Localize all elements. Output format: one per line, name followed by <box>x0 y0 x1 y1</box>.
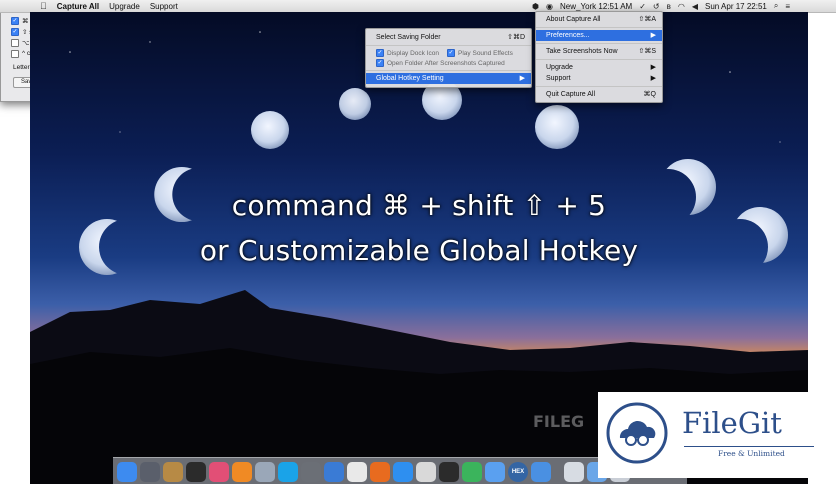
select-saving-folder-label: Select Saving Folder <box>376 34 441 41</box>
launchpad-icon[interactable] <box>140 461 160 482</box>
time-machine-icon[interactable]: ↺ <box>653 2 660 11</box>
clock-status-icon[interactable]: ◉ <box>546 2 553 11</box>
app-menu-title[interactable]: Capture All <box>57 2 99 11</box>
preview-icon[interactable] <box>416 461 436 482</box>
checkbox-checked-icon[interactable]: ✓ <box>11 27 19 36</box>
chevron-right-icon: ▶ <box>650 75 656 82</box>
firefox-icon[interactable] <box>370 461 390 482</box>
filegit-logo-icon <box>606 402 668 464</box>
checkbox-unchecked-icon[interactable] <box>11 38 19 47</box>
quit-item[interactable]: Quit Capture All ⌘Q <box>536 89 662 100</box>
menu-clock[interactable]: Sun Apr 17 22:51 <box>705 2 767 11</box>
volume-icon[interactable]: ◀ <box>692 2 698 11</box>
capture-all-menu: About Capture All ⇧⌘A Preferences... ▶ T… <box>535 11 663 103</box>
quicktime-icon[interactable] <box>531 461 551 482</box>
app-store-icon[interactable] <box>393 461 413 482</box>
quit-shortcut: ⌘Q <box>643 91 656 98</box>
play-sound-option[interactable]: ✓ Play Sound Effects <box>447 49 513 57</box>
chevron-right-icon: ▶ <box>650 64 656 71</box>
finder-icon[interactable] <box>117 461 137 482</box>
screenshot:  Capture All Upgrade Support ⬢ ◉ New_Yo… <box>0 0 836 484</box>
display-dock-icon-option[interactable]: ✓ Display Dock Icon <box>376 49 439 57</box>
global-hotkey-setting-item[interactable]: Global Hotkey Setting ▶ <box>366 73 531 84</box>
chevron-right-icon: ▶ <box>650 32 656 39</box>
open-folder-option[interactable]: ✓ Open Folder After Screenshots Captured <box>366 58 531 68</box>
open-folder-label: Open Folder After Screenshots Captured <box>387 59 505 67</box>
upgrade-label: Upgrade <box>546 64 573 71</box>
checkbox-checked-icon[interactable]: ✓ <box>376 59 384 67</box>
numbers-icon[interactable] <box>462 461 482 482</box>
world-clock-text[interactable]: New_York 12:51 AM <box>560 2 632 11</box>
checkbox-checked-icon[interactable]: ✓ <box>376 49 384 57</box>
capture-icon[interactable] <box>564 461 584 482</box>
display-dock-icon-label: Display Dock Icon <box>387 49 440 57</box>
maps-icon[interactable] <box>255 461 275 482</box>
separator <box>536 59 662 60</box>
hex-icon[interactable]: HEX <box>508 461 528 482</box>
checkbox-checked-icon[interactable]: ✓ <box>11 16 19 25</box>
support-label: Support <box>546 75 571 82</box>
preferences-label: Preferences... <box>546 32 590 39</box>
preferences-item[interactable]: Preferences... ▶ <box>536 30 662 41</box>
global-hotkey-label: Global Hotkey Setting <box>376 75 444 82</box>
separator <box>536 27 662 28</box>
select-saving-folder-item[interactable]: Select Saving Folder ⇧⌘D <box>366 32 531 43</box>
take-screenshots-shortcut: ⇧⌘S <box>638 48 656 55</box>
itunes-icon[interactable] <box>209 461 229 482</box>
upgrade-item[interactable]: Upgrade ▶ <box>536 62 662 73</box>
bluetooth-icon[interactable]: ʙ <box>667 2 671 11</box>
ibooks-icon[interactable] <box>232 461 252 482</box>
terminal-icon[interactable] <box>439 461 459 482</box>
separator <box>536 86 662 87</box>
messages-icon[interactable] <box>485 461 505 482</box>
faint-watermark: FILEG <box>533 412 585 431</box>
xcode-icon[interactable] <box>324 461 344 482</box>
skype-icon[interactable] <box>278 461 298 482</box>
custom-hotkey-caption: or Customizable Global Hotkey <box>199 234 639 267</box>
about-shortcut: ⇧⌘A <box>638 16 656 23</box>
capture-all-status-icon[interactable]: ⬢ <box>532 2 539 11</box>
chevron-right-icon: ▶ <box>519 75 525 82</box>
notification-center-icon[interactable]: ≡ <box>785 2 790 11</box>
spotlight-icon[interactable]: ⌕ <box>774 1 778 11</box>
photos-icon[interactable] <box>163 461 183 482</box>
hotkey-caption: command ⌘ + shift ⇧ + 5 <box>231 189 607 222</box>
apple-icon[interactable]:  <box>40 1 47 11</box>
separator <box>366 70 531 71</box>
select-saving-folder-shortcut: ⇧⌘D <box>507 34 525 41</box>
check-status-icon[interactable]: ✓ <box>639 2 646 11</box>
take-screenshots-label: Take Screenshots Now <box>546 48 618 55</box>
divider <box>684 446 814 447</box>
filegit-name: FileGit <box>682 406 782 440</box>
about-label: About Capture All <box>546 16 601 23</box>
letter-label: Letter: <box>13 64 32 71</box>
separator <box>536 43 662 44</box>
checkbox-unchecked-icon[interactable] <box>11 49 19 58</box>
menu-upgrade[interactable]: Upgrade <box>109 2 140 11</box>
wifi-icon[interactable]: ◠ <box>678 2 685 11</box>
separator <box>366 45 531 46</box>
safari-icon[interactable] <box>186 461 206 482</box>
play-sound-label: Play Sound Effects <box>458 49 513 57</box>
support-item[interactable]: Support ▶ <box>536 73 662 84</box>
preferences-submenu: Select Saving Folder ⇧⌘D ✓ Display Dock … <box>365 28 532 88</box>
about-capture-all-item[interactable]: About Capture All ⇧⌘A <box>536 14 662 25</box>
menu-support[interactable]: Support <box>150 2 178 11</box>
filegit-watermark: FileGit Free & Unlimited <box>598 392 821 478</box>
filegit-tagline: Free & Unlimited <box>718 449 785 458</box>
system-prefs-icon[interactable] <box>301 461 321 482</box>
checkbox-checked-icon[interactable]: ✓ <box>447 49 456 57</box>
quit-label: Quit Capture All <box>546 91 596 98</box>
take-screenshots-item[interactable]: Take Screenshots Now ⇧⌘S <box>536 46 662 57</box>
chrome-icon[interactable] <box>347 461 367 482</box>
